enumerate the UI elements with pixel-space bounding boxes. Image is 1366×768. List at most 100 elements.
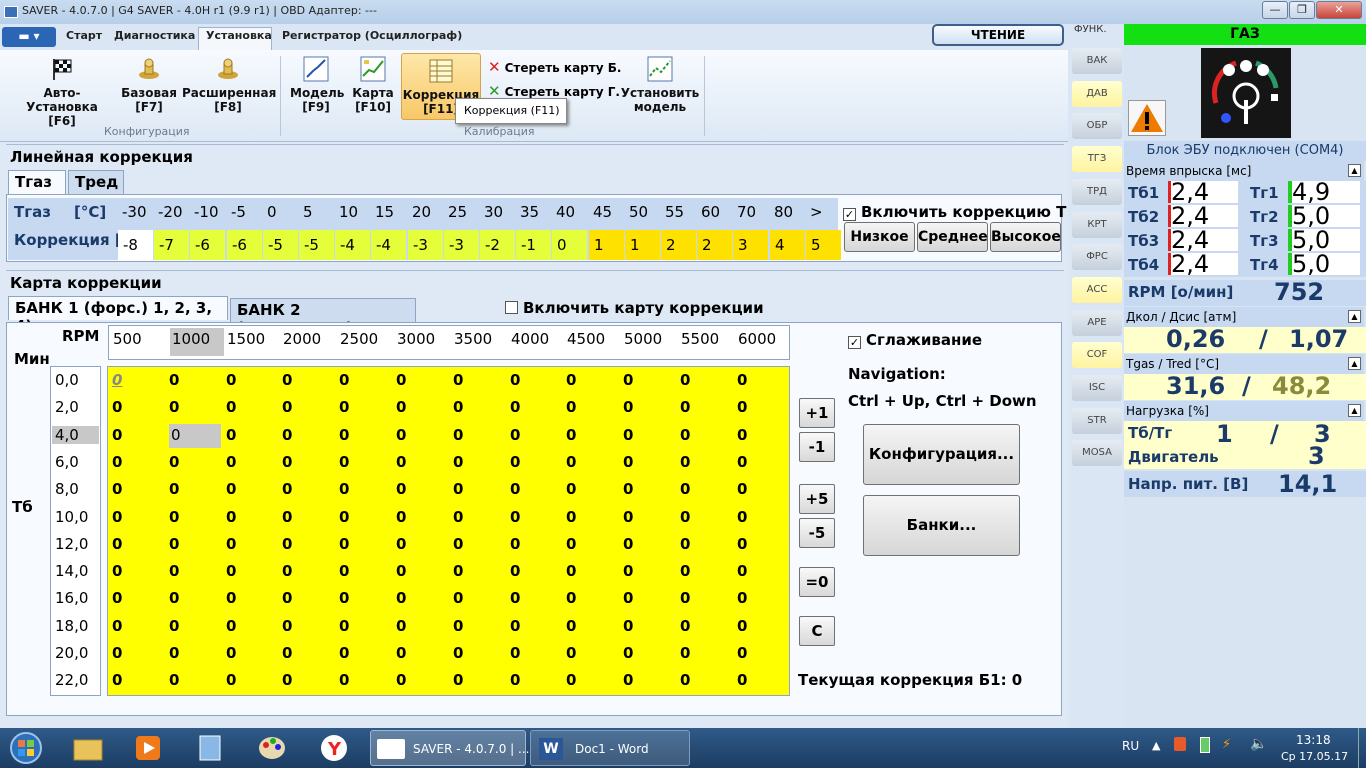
word-taskbar-button[interactable]: W Doc1 - Word [530,730,690,766]
map-cell[interactable]: 0 [282,453,292,471]
map-cell[interactable]: 0 [339,508,349,526]
map-cell[interactable]: 0 [226,617,236,635]
map-cell[interactable]: 0 [737,371,747,389]
map-cell[interactable]: 0 [226,426,236,444]
map-cell[interactable]: 0 [680,508,690,526]
map-cell[interactable]: 0 [737,398,747,416]
map-cell[interactable]: 0 [112,589,122,607]
map-cell[interactable]: 0 [169,453,179,471]
map-cell[interactable]: 0 [566,644,576,662]
map-cell[interactable]: 0 [169,562,179,580]
map-cell[interactable]: 0 [112,453,122,471]
map-cell[interactable]: 0 [396,644,406,662]
linear-value-cell[interactable]: 0 [552,230,587,260]
map-cell[interactable]: 0 [112,426,122,444]
map-button[interactable]: Карта [F10] [350,56,396,114]
map-cell[interactable]: 0 [680,589,690,607]
map-cell[interactable]: 0 [396,671,406,689]
function-button[interactable]: ФРС [1072,244,1122,270]
map-cell[interactable]: 0 [112,644,122,662]
yandex-browser-taskbar-icon[interactable]: Y [314,730,354,766]
map-cell[interactable]: 0 [282,508,292,526]
map-cell[interactable]: 0 [169,398,179,416]
linear-value-cell[interactable]: -5 [263,230,298,260]
map-cell[interactable]: 0 [453,508,463,526]
linear-value-cell[interactable]: -4 [371,230,406,260]
map-cell[interactable]: 0 [226,508,236,526]
map-cell[interactable]: 0 [169,424,221,448]
map-cell[interactable]: 0 [623,617,633,635]
map-cell[interactable]: 0 [680,480,690,498]
explorer-taskbar-icon[interactable] [68,730,108,766]
map-cell[interactable]: 0 [453,535,463,553]
map-cell[interactable]: 0 [510,671,520,689]
map-cell[interactable]: 0 [396,508,406,526]
map-cell[interactable]: 0 [510,562,520,580]
map-cell[interactable]: 0 [282,535,292,553]
minimize-button[interactable]: — [1262,1,1288,19]
set-zero-button[interactable]: =0 [799,567,835,597]
clock-date[interactable]: Ср 17.05.17 [1281,750,1348,763]
map-cell[interactable]: 0 [680,453,690,471]
basic-setup-button[interactable]: Базовая [F7] [120,56,178,114]
map-cell[interactable]: 0 [169,535,179,553]
language-indicator[interactable]: RU [1122,739,1139,753]
map-cell[interactable]: 0 [680,644,690,662]
tab-tgas[interactable]: Тгаз [8,170,66,194]
notes-taskbar-icon[interactable] [190,730,230,766]
plus5-button[interactable]: +5 [799,484,835,514]
map-cell[interactable]: 0 [169,371,179,389]
map-cell[interactable]: 0 [169,617,179,635]
linear-value-cell[interactable]: 2 [697,230,732,260]
linear-value-cell[interactable]: -3 [444,230,479,260]
extended-setup-button[interactable]: Расширенная [F8] [182,56,276,114]
map-cell[interactable]: 0 [226,480,236,498]
map-cell[interactable]: 0 [339,398,349,416]
map-cell[interactable]: 0 [282,617,292,635]
map-cell[interactable]: 0 [453,617,463,635]
map-cell[interactable]: 0 [453,371,463,389]
map-cell[interactable]: 0 [680,562,690,580]
medium-button[interactable]: Среднее [917,222,988,252]
start-button[interactable] [4,730,48,766]
map-cell[interactable]: 0 [396,562,406,580]
map-cell[interactable]: 0 [112,535,122,553]
collapse-icon[interactable]: ▲ [1348,357,1361,370]
collapse-icon[interactable]: ▲ [1348,404,1361,417]
warning-icon[interactable] [1128,100,1166,136]
map-cell[interactable]: 0 [169,671,179,689]
map-cell[interactable]: 0 [112,617,122,635]
map-cell[interactable]: 0 [396,617,406,635]
map-cell[interactable]: 0 [282,589,292,607]
map-cell[interactable]: 0 [339,480,349,498]
function-button[interactable]: ТГЗ [1072,146,1122,172]
map-cell[interactable]: 0 [737,644,747,662]
map-cell[interactable]: 0 [226,535,236,553]
map-cell[interactable]: 0 [510,453,520,471]
map-cell[interactable]: 0 [282,562,292,580]
map-cell[interactable]: 0 [339,617,349,635]
tab-setup-label[interactable]: Установка [206,29,272,42]
map-cell[interactable]: 0 [623,453,633,471]
map-cell[interactable]: 0 [737,562,747,580]
map-cell[interactable]: 0 [737,480,747,498]
linear-value-cell[interactable]: -5 [299,230,334,260]
function-button[interactable]: АСС [1072,277,1122,303]
map-cell[interactable]: 0 [396,589,406,607]
map-cell[interactable]: 0 [339,644,349,662]
function-button[interactable]: COF [1072,342,1122,368]
map-cell[interactable]: 0 [226,562,236,580]
map-cell[interactable]: 0 [737,617,747,635]
linear-value-cell[interactable]: -2 [480,230,515,260]
tab-bank1[interactable]: БАНК 1 (форс.) 1, 2, 3, 4) [8,296,228,335]
linear-value-cell[interactable]: -4 [335,230,370,260]
function-button[interactable]: ISC [1072,375,1122,401]
minus1-button[interactable]: -1 [799,432,835,462]
map-cell[interactable]: 0 [282,671,292,689]
function-button[interactable]: АРЕ [1072,310,1122,336]
map-cell[interactable]: 0 [112,671,122,689]
minus5-button[interactable]: -5 [799,518,835,548]
map-cell[interactable]: 0 [453,671,463,689]
map-cell[interactable]: 0 [339,371,349,389]
map-cell[interactable]: 0 [680,617,690,635]
